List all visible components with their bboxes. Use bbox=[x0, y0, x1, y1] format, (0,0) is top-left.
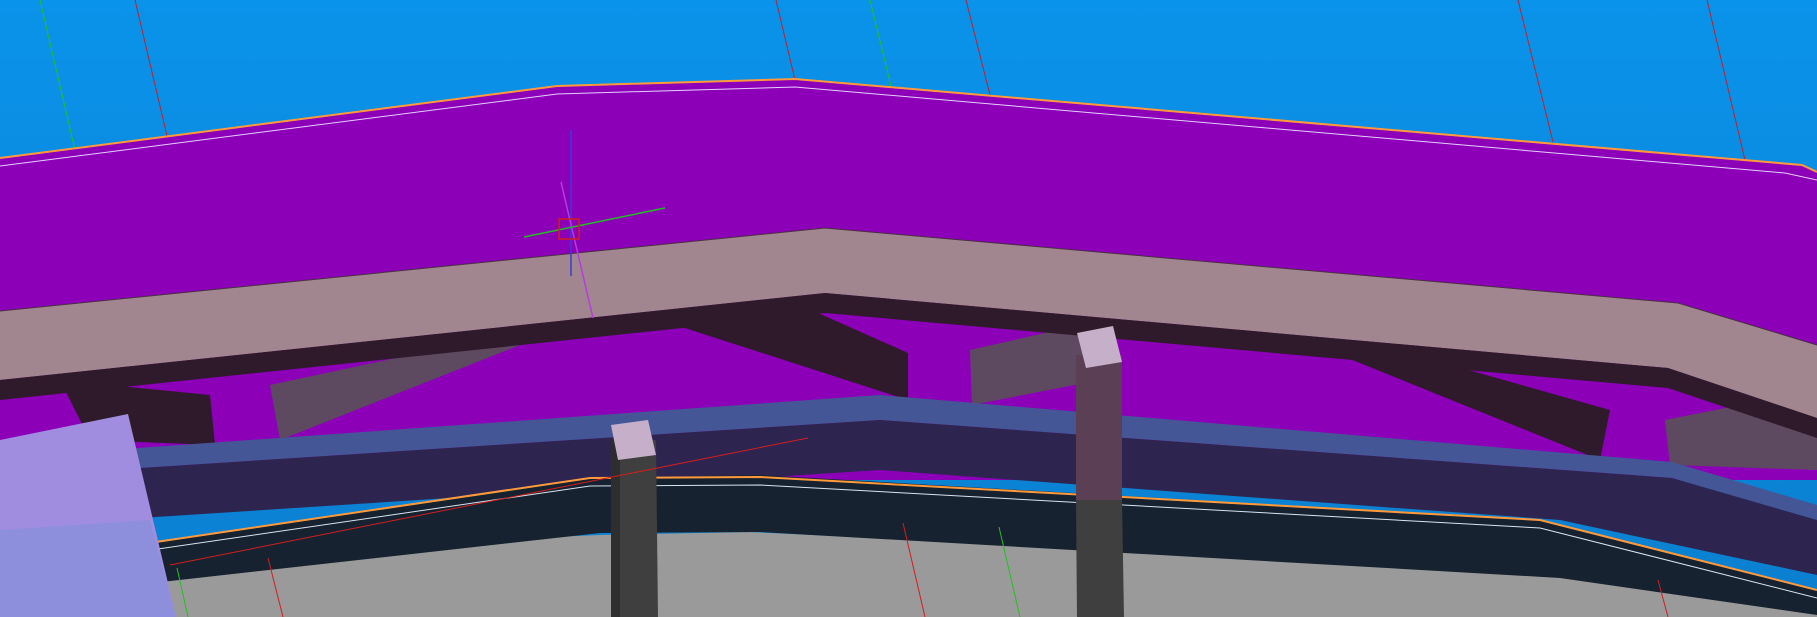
column-left[interactable] bbox=[611, 420, 658, 617]
column-side bbox=[611, 433, 620, 617]
scene-canvas[interactable] bbox=[0, 0, 1817, 617]
3d-viewport[interactable] bbox=[0, 0, 1817, 617]
column-cap bbox=[611, 420, 656, 460]
side-panel-lower bbox=[0, 520, 176, 617]
column-right[interactable] bbox=[1076, 326, 1124, 617]
column-shaft bbox=[1076, 355, 1122, 500]
column-shaft-lower bbox=[1076, 500, 1124, 617]
